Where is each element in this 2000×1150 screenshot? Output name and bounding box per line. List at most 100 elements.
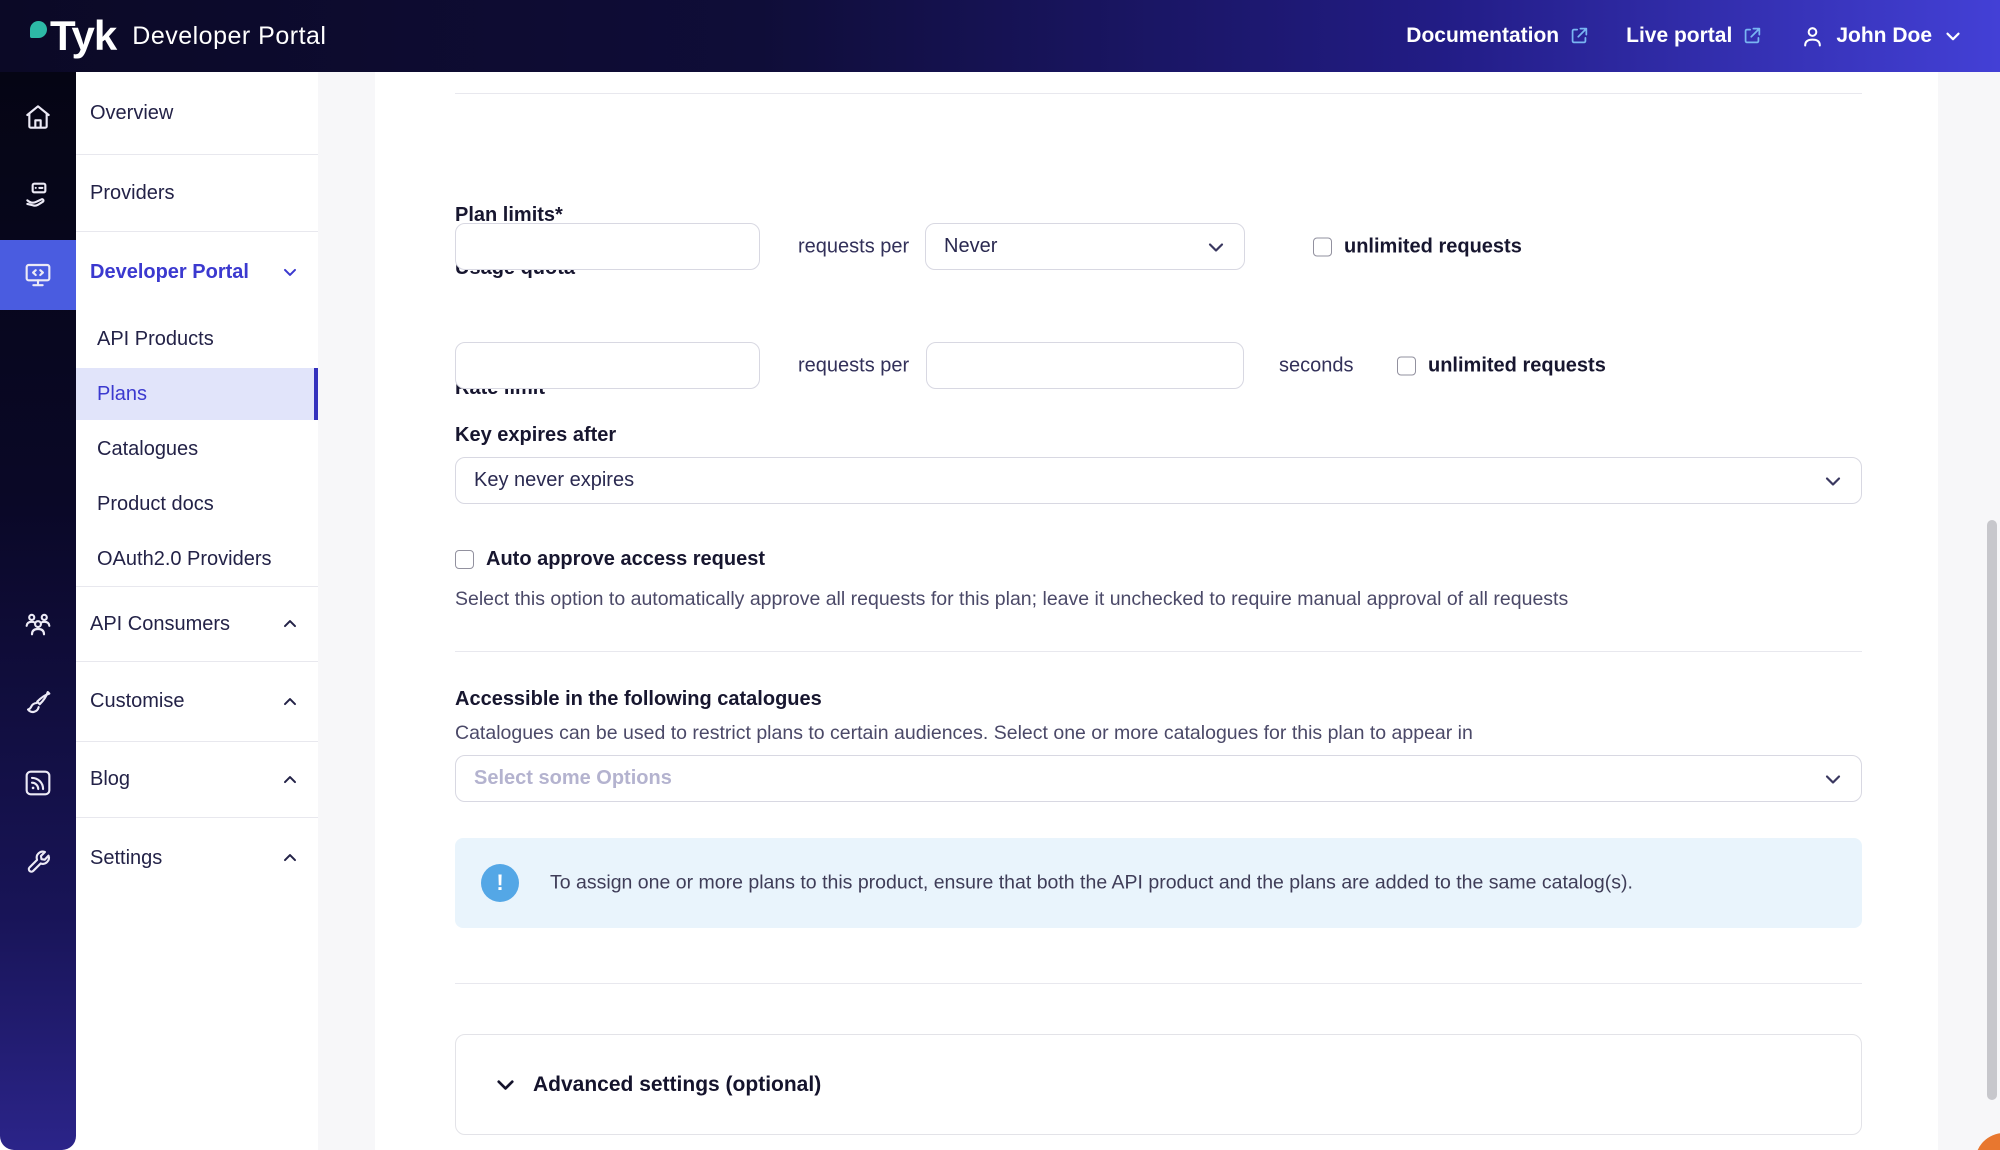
catalogues-multiselect[interactable]: Select some Options: [455, 755, 1862, 802]
usage-quota-input[interactable]: [455, 223, 760, 270]
chevron-down-icon: [492, 1071, 519, 1098]
sidebar-item-label: OAuth2.0 Providers: [97, 548, 272, 571]
sidebar-item-catalogues[interactable]: Catalogues: [76, 422, 318, 476]
wrench-icon: [22, 846, 54, 878]
live-portal-label: Live portal: [1626, 24, 1732, 48]
rate-unlimited-group: unlimited requests: [1397, 354, 1606, 377]
rate-limit-row: requests per seconds unlimited requests: [455, 342, 1862, 389]
sidebar-item-blog[interactable]: Blog: [76, 742, 318, 818]
catalogues-heading: Accessible in the following catalogues: [455, 688, 822, 711]
key-expires-row: Key never expires: [455, 457, 1862, 504]
rate-per-input[interactable]: [926, 342, 1244, 389]
sidebar-item-overview[interactable]: Overview: [76, 72, 318, 155]
sidebar-item-api-products[interactable]: API Products: [76, 312, 318, 366]
users-group-icon: [22, 609, 54, 641]
brand-product: Developer Portal: [132, 22, 326, 51]
chevron-down-icon: [1942, 25, 1964, 47]
advanced-settings-title: Advanced settings (optional): [533, 1073, 821, 1097]
right-gutter: [1938, 72, 2000, 1150]
sidebar-item-label: Settings: [90, 847, 162, 870]
quota-unlimited-checkbox[interactable]: [1313, 237, 1332, 256]
auto-approve-checkbox[interactable]: [455, 550, 474, 569]
top-bar: Tyk Developer Portal Documentation Live …: [0, 0, 2000, 72]
usage-quota-row: requests per Never unlimited requests: [455, 223, 1862, 270]
key-expires-value: Key never expires: [474, 469, 634, 492]
left-gutter: [318, 72, 375, 1150]
external-link-icon: [1568, 25, 1590, 47]
tyk-leaf-icon: [30, 21, 47, 38]
sidebar-item-customise[interactable]: Customise: [76, 662, 318, 742]
key-expires-select[interactable]: Key never expires: [455, 457, 1862, 504]
live-portal-link[interactable]: Live portal: [1626, 24, 1763, 48]
brand-name: Tyk: [50, 15, 116, 57]
rail-item-developer-portal[interactable]: [0, 240, 76, 310]
requests-per-text: requests per: [798, 354, 909, 377]
rate-limit-input[interactable]: [455, 342, 760, 389]
sidebar-item-api-consumers[interactable]: API Consumers: [76, 587, 318, 662]
chevron-down-icon: [1204, 235, 1228, 259]
sidebar-item-plans[interactable]: Plans: [76, 368, 318, 420]
rate-unlimited-label: unlimited requests: [1428, 354, 1606, 377]
external-link-icon: [1741, 25, 1763, 47]
sidebar-item-oauth-providers[interactable]: OAuth2.0 Providers: [76, 532, 318, 587]
sidebar-item-label: Catalogues: [97, 438, 198, 461]
rail-item-api-consumers[interactable]: [0, 590, 76, 660]
sidebar-item-settings[interactable]: Settings: [76, 818, 318, 898]
catalogues-select-row: Select some Options: [455, 755, 1862, 802]
info-alert-text: To assign one or more plans to this prod…: [550, 872, 1633, 895]
icon-rail: [0, 72, 76, 1150]
documentation-label: Documentation: [1406, 24, 1559, 48]
auto-approve-description: Select this option to automatically appr…: [455, 588, 1568, 611]
quota-unlimited-group: unlimited requests: [1313, 235, 1522, 258]
rss-blog-icon: [22, 767, 54, 799]
divider: [455, 651, 1862, 652]
rail-item-providers[interactable]: [0, 160, 76, 230]
seconds-text: seconds: [1279, 354, 1354, 377]
chevron-down-icon: [280, 262, 300, 282]
chevron-up-icon: [280, 848, 300, 868]
sidebar-item-providers[interactable]: Providers: [76, 155, 318, 232]
rail-item-blog[interactable]: [0, 748, 76, 818]
brand-logo[interactable]: Tyk Developer Portal: [30, 15, 326, 57]
info-alert: ! To assign one or more plans to this pr…: [455, 838, 1862, 928]
info-exclamation-icon: !: [481, 864, 519, 902]
quota-unlimited-label: unlimited requests: [1344, 235, 1522, 258]
rail-item-settings[interactable]: [0, 827, 76, 897]
sidebar-item-label: API Products: [97, 328, 214, 351]
chevron-up-icon: [280, 770, 300, 790]
rail-item-overview[interactable]: [0, 82, 76, 152]
advanced-settings-toggle[interactable]: Advanced settings (optional): [455, 1034, 1862, 1135]
developer-portal-monitor-icon: [22, 259, 54, 291]
catalogues-description: Catalogues can be used to restrict plans…: [455, 722, 1473, 745]
sidebar-item-product-docs[interactable]: Product docs: [76, 477, 318, 531]
provider-hand-icon: [22, 179, 54, 211]
user-name: John Doe: [1836, 24, 1932, 48]
sidebar-item-label: Customise: [90, 690, 184, 713]
auto-approve-group: Auto approve access request: [455, 548, 765, 571]
sidebar-item-label: Blog: [90, 768, 130, 791]
documentation-link[interactable]: Documentation: [1406, 24, 1590, 48]
sidebar-item-label: Developer Portal: [90, 261, 249, 284]
sidebar-item-label: API Consumers: [90, 613, 230, 636]
sidebar-item-label: Overview: [90, 102, 173, 125]
chevron-down-icon: [1821, 469, 1845, 493]
catalogues-placeholder: Select some Options: [474, 767, 672, 790]
chevron-up-icon: [280, 692, 300, 712]
chevron-down-icon: [1821, 767, 1845, 791]
sidebar: Overview Providers Developer Portal API …: [76, 72, 318, 1150]
quota-period-value: Never: [944, 235, 997, 258]
sidebar-item-label: Product docs: [97, 493, 214, 516]
rail-item-customise[interactable]: [0, 670, 76, 740]
chevron-up-icon: [280, 614, 300, 634]
sidebar-item-label: Plans: [97, 383, 147, 406]
person-icon: [1799, 23, 1826, 50]
key-expires-label: Key expires after: [455, 424, 616, 447]
home-icon: [22, 101, 54, 133]
quota-period-select[interactable]: Never: [925, 223, 1245, 270]
requests-per-text: requests per: [798, 235, 909, 258]
divider: [455, 983, 1862, 984]
user-menu[interactable]: John Doe: [1799, 23, 1964, 50]
rate-unlimited-checkbox[interactable]: [1397, 356, 1416, 375]
vertical-scrollbar-thumb[interactable]: [1987, 520, 1997, 1100]
sidebar-item-developer-portal[interactable]: Developer Portal: [76, 232, 318, 312]
